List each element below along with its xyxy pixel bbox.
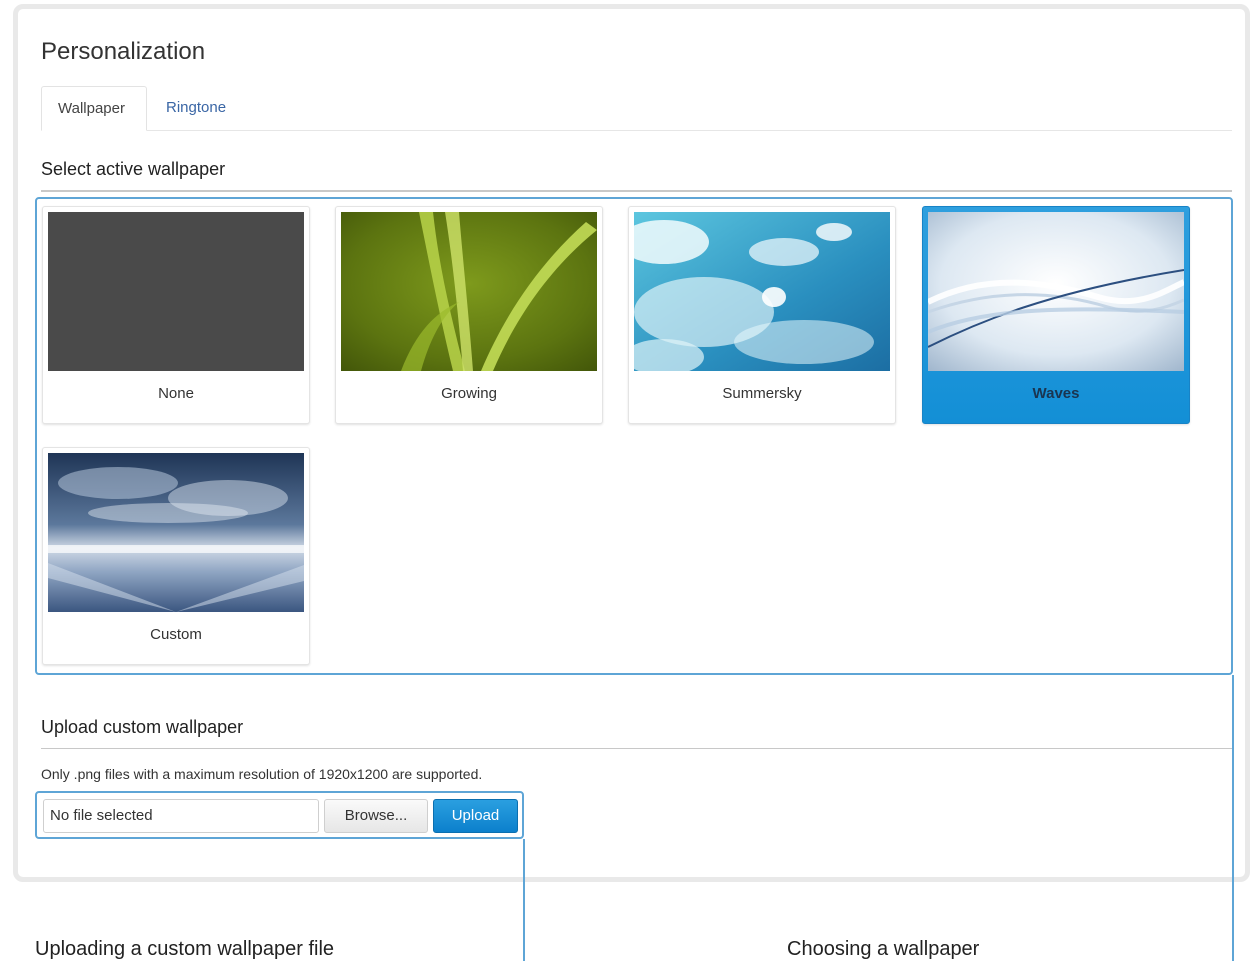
wallpaper-thumbnail-waves <box>928 212 1184 371</box>
wallpaper-option-waves[interactable]: Waves <box>922 206 1190 424</box>
upload-hint: Only .png files with a maximum resolutio… <box>41 766 483 782</box>
wallpaper-grid: None Growing Summersky Waves Custom <box>35 197 1233 675</box>
wallpaper-option-label: Summersky <box>722 385 802 402</box>
wallpaper-thumbnail-custom <box>48 453 304 612</box>
wallpaper-thumbnail-growing <box>341 212 597 371</box>
wallpaper-option-label: Custom <box>150 626 202 643</box>
choose-callout-label: Choosing a wallpaper <box>787 938 980 960</box>
tab-wallpaper[interactable]: Wallpaper <box>41 86 147 131</box>
tab-ringtone[interactable]: Ringtone <box>150 86 242 130</box>
tab-bar: Wallpaper Ringtone <box>41 86 1232 131</box>
wallpaper-option-none[interactable]: None <box>42 206 310 424</box>
page-title: Personalization <box>41 38 206 65</box>
wallpaper-option-summersky[interactable]: Summersky <box>628 206 896 424</box>
upload-callout-label: Uploading a custom wallpaper file <box>35 938 335 960</box>
wallpaper-option-label: Growing <box>441 385 497 402</box>
wallpaper-thumbnail-none <box>48 212 304 371</box>
wallpaper-section-divider <box>41 190 1232 192</box>
file-name-field[interactable]: No file selected <box>43 799 319 833</box>
wallpaper-option-growing[interactable]: Growing <box>335 206 603 424</box>
wallpaper-option-custom[interactable]: Custom <box>42 447 310 665</box>
upload-button[interactable]: Upload <box>433 799 518 833</box>
wallpaper-thumbnail-summersky <box>634 212 890 371</box>
wallpaper-option-label: Waves <box>1032 385 1080 402</box>
choose-callout-line <box>1232 675 1234 961</box>
upload-callout-line <box>523 839 525 961</box>
upload-section-heading: Upload custom wallpaper <box>41 717 244 737</box>
upload-section-divider <box>41 748 1232 749</box>
upload-controls: No file selected Browse... Upload <box>35 791 524 839</box>
wallpaper-section-heading: Select active wallpaper <box>41 159 226 179</box>
wallpaper-option-label: None <box>158 385 194 402</box>
browse-button[interactable]: Browse... <box>324 799 428 833</box>
